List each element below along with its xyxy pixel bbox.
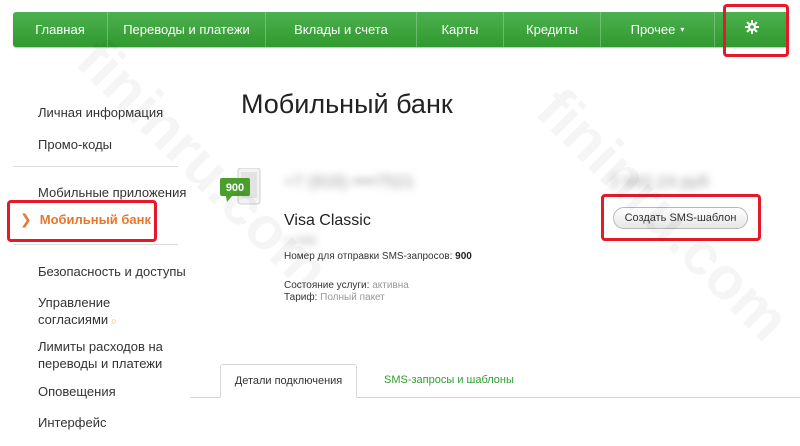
top-nav: Главная Переводы и платежи Вклады и счет… — [13, 12, 789, 47]
sidebar-item-security[interactable]: Безопасность и доступы — [38, 263, 186, 280]
tab-sms-requests-templates[interactable]: SMS-запросы и шаблоны — [384, 374, 514, 386]
service-info: Состояние услуги: активна Тариф: Полный … — [284, 280, 409, 304]
sidebar-item-mobile-apps[interactable]: Мобильные приложения — [38, 184, 186, 201]
service-status-value: активна — [372, 280, 409, 291]
sidebar-item-notifications[interactable]: Оповещения — [38, 383, 116, 400]
nav-deposits-accounts[interactable]: Вклады и счета — [266, 12, 417, 47]
tariff-value: Полный пакет — [320, 292, 385, 303]
card-number-redacted: •• 1068 — [284, 236, 317, 247]
sms-number-line: Номер для отправки SMS-запросов: 900 — [284, 251, 472, 262]
sidebar-item-consents[interactable]: Управление согласиями ○ — [38, 294, 158, 330]
sidebar-divider — [13, 244, 178, 245]
sidebar-item-personal-info[interactable]: Личная информация — [38, 104, 163, 121]
nav-credits[interactable]: Кредиты — [504, 12, 601, 47]
nav-transfers-payments[interactable]: Переводы и платежи — [108, 12, 266, 47]
settings-button[interactable] — [715, 12, 789, 47]
sms-number-value: 900 — [455, 251, 472, 262]
nav-more-label: Прочее — [630, 22, 676, 37]
tab-connection-details[interactable]: Детали подключения — [220, 364, 357, 398]
create-sms-template-button[interactable]: Создать SMS-шаблон — [613, 207, 748, 229]
card-name: Visa Classic — [284, 212, 371, 229]
sidebar-item-interface[interactable]: Интерфейс — [38, 414, 106, 431]
sidebar-item-mobile-bank[interactable]: ❯ Мобильный банк — [20, 211, 151, 228]
phone-number-redacted: +7 (916) ••••7521 — [284, 172, 415, 191]
sms-number-label: Номер для отправки SMS-запросов: — [284, 251, 453, 262]
chevron-right-icon: ❯ — [20, 211, 32, 227]
service-status-label: Состояние услуги: — [284, 280, 370, 291]
nav-cards[interactable]: Карты — [417, 12, 504, 47]
gear-icon — [745, 20, 759, 39]
nav-home[interactable]: Главная — [13, 12, 108, 47]
chevron-down-icon: ▾ — [680, 25, 685, 34]
info-icon: ○ — [111, 316, 117, 326]
sidebar-item-promo-codes[interactable]: Промо-коды — [38, 136, 112, 153]
sms-badge-number: 900 — [226, 182, 244, 194]
sidebar-item-limits[interactable]: Лимиты расходов на переводы и платежи — [38, 338, 168, 372]
sidebar-divider — [13, 166, 178, 167]
sidebar-item-label: Управление согласиями — [38, 295, 111, 327]
sms-phone-icon: 900 — [220, 167, 264, 206]
page-title: Мобильный банк — [241, 89, 453, 119]
balance-redacted: 2 642,24 руб — [610, 172, 709, 191]
tariff-label: Тариф: — [284, 292, 318, 303]
sidebar-item-label: Мобильный банк — [39, 212, 151, 227]
nav-more[interactable]: Прочее ▾ — [601, 12, 715, 47]
